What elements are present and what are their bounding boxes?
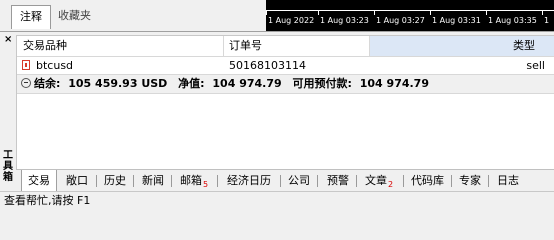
axis-label: 1 Aug 03:27 <box>376 16 425 25</box>
equity-value: 104 974.79 <box>212 77 282 90</box>
axis-label: 1 Aug 2022 <box>268 16 315 25</box>
status-bar: 查看帮忙,请按 F1 <box>0 191 554 209</box>
axis-tick <box>542 10 543 15</box>
tab-label: 经济日历 <box>227 174 271 187</box>
margin-value: 104 974.79 <box>359 77 429 90</box>
tab-history[interactable]: 历史 <box>104 170 126 191</box>
tab-label: 日志 <box>497 174 519 187</box>
cell-order: 50168103114 <box>229 59 306 72</box>
equity-label: 净值: <box>178 77 205 90</box>
tab-alerts[interactable]: 预警 <box>327 170 349 191</box>
axis-tick <box>430 10 431 15</box>
chart-time-axis: 1 Aug 2022 1 Aug 03:23 1 Aug 03:27 1 Aug… <box>266 0 554 31</box>
tab-trade[interactable]: 交易 <box>21 170 57 192</box>
axis-label: 1 Aug 03:35 <box>488 16 537 25</box>
tab-company[interactable]: 公司 <box>288 170 310 191</box>
balance-value: 105 459.93 USD <box>68 77 168 90</box>
balance-label: 结余: <box>34 77 61 90</box>
tab-label: 敞口 <box>66 174 88 187</box>
account-summary-row[interactable]: 结余: 105 459.93 USD 净值: 104 974.79 可用预付款:… <box>17 74 554 94</box>
close-icon[interactable]: × <box>4 34 12 45</box>
tab-divider <box>280 175 281 187</box>
tab-divider <box>133 175 134 187</box>
toolbox-title: 工具箱 <box>3 150 13 183</box>
tab-label: 公司 <box>288 174 310 187</box>
tab-label: 历史 <box>104 174 126 187</box>
tab-label: 交易 <box>28 174 50 187</box>
tab-divider <box>403 175 404 187</box>
column-type[interactable]: 类型 <box>513 36 535 56</box>
collapse-icon[interactable] <box>21 78 31 88</box>
tab-articles[interactable]: 文章2 <box>365 170 393 191</box>
axis-tick <box>318 10 319 15</box>
tab-label: 专家 <box>459 174 481 187</box>
articles-badge: 2 <box>388 180 394 189</box>
tab-journal[interactable]: 日志 <box>497 170 519 191</box>
mailbox-badge: 5 <box>203 180 209 189</box>
order-icon <box>22 60 30 70</box>
axis-tick <box>266 10 267 15</box>
column-divider[interactable] <box>223 36 224 56</box>
tab-divider <box>171 175 172 187</box>
column-divider[interactable] <box>369 36 370 56</box>
tab-experts[interactable]: 专家 <box>459 170 481 191</box>
toolbox-sidebar: × 工具箱 <box>0 32 16 192</box>
axis-line <box>266 10 554 11</box>
tab-divider <box>317 175 318 187</box>
axis-label: 1 Aug 03:31 <box>432 16 481 25</box>
cell-type: sell <box>526 59 545 72</box>
axis-tick <box>486 10 487 15</box>
tab-codebase[interactable]: 代码库 <box>411 170 444 191</box>
tab-mailbox[interactable]: 邮箱5 <box>180 170 208 191</box>
tab-news[interactable]: 新闻 <box>142 170 164 191</box>
tab-calendar[interactable]: 经济日历 <box>227 170 271 191</box>
tab-divider <box>488 175 489 187</box>
bookmarks-panel: 注释 收藏夹 <box>0 0 265 32</box>
table-row[interactable]: btcusd 50168103114 sell <box>17 57 554 74</box>
margin-label: 可用预付款: <box>292 77 352 90</box>
tab-label: 邮箱 <box>180 174 202 187</box>
trade-table: 交易品种 订单号 类型 btcusd 50168103114 sell 结余: … <box>16 35 554 169</box>
axis-label: 1 <box>544 16 550 25</box>
column-symbol[interactable]: 交易品种 <box>23 36 67 56</box>
axis-tick <box>374 10 375 15</box>
column-order[interactable]: 订单号 <box>229 36 262 56</box>
tab-label: 代码库 <box>411 174 444 187</box>
tab-notes[interactable]: 注释 <box>11 5 51 29</box>
tab-divider <box>96 175 97 187</box>
axis-label: 1 Aug 03:23 <box>320 16 369 25</box>
tab-label: 新闻 <box>142 174 164 187</box>
toolbox-panel: × 工具箱 交易品种 订单号 类型 btcusd 50168103114 sel… <box>0 31 554 192</box>
tab-label: 文章 <box>365 174 387 187</box>
toolbox-tabs: 交易 敞口 历史 新闻 邮箱5 经济日历 公司 预警 文章2 代码库 专家 日志 <box>16 169 554 192</box>
cell-symbol: btcusd <box>36 59 74 72</box>
tab-divider <box>356 175 357 187</box>
account-summary: 结余: 105 459.93 USD 净值: 104 974.79 可用预付款:… <box>34 75 436 93</box>
tab-label: 预警 <box>327 174 349 187</box>
table-header: 交易品种 订单号 类型 <box>17 36 554 57</box>
tab-divider <box>451 175 452 187</box>
tab-divider <box>217 175 218 187</box>
tab-favorites[interactable]: 收藏夹 <box>50 5 99 27</box>
tab-exposure[interactable]: 敞口 <box>66 170 88 191</box>
